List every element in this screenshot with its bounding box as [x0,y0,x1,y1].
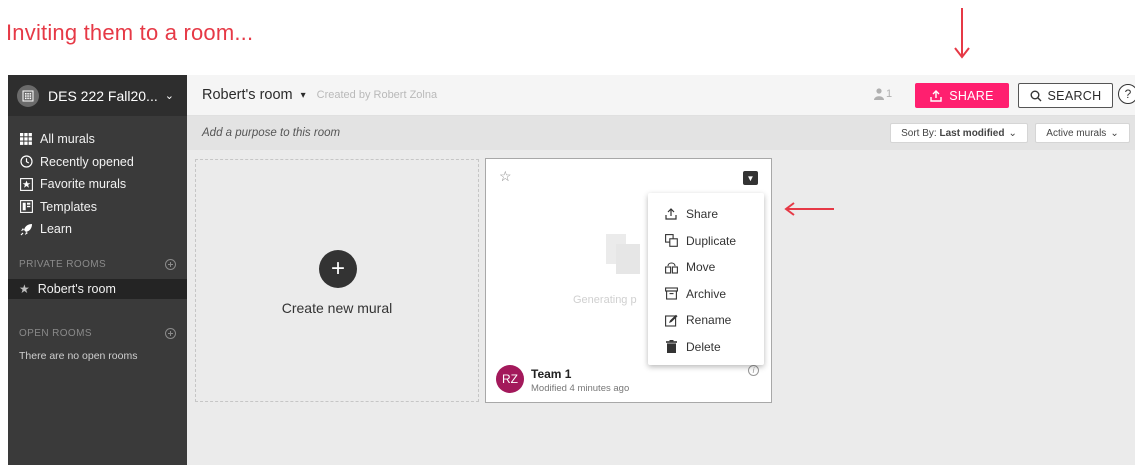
app-window: DES 222 Fall20... ⌄ All murals Recently … [8,75,1135,465]
workspace-switcher[interactable]: DES 222 Fall20... ⌄ [8,75,187,116]
member-count-value: 1 [886,88,893,100]
mural-modified-text: Modified 4 minutes ago [531,383,630,394]
sidebar-item-label: Learn [40,222,72,237]
purpose-bar: Add a purpose to this room Sort By: Last… [187,116,1135,150]
chevron-down-icon: ⌄ [164,90,174,102]
room-title[interactable]: Robert's room [202,87,293,103]
private-rooms-header: PRIVATE ROOMS [8,257,187,273]
sidebar-item-all-murals[interactable]: All murals [8,128,187,151]
menu-item-label: Duplicate [686,233,737,248]
menu-item-label: Move [686,260,716,275]
sidebar-nav: All murals Recently opened Favorite mura… [8,116,187,241]
person-icon [874,88,884,100]
sort-value: Last modified [939,127,1005,139]
add-open-room-icon[interactable] [165,328,176,339]
room-label: Robert's room [37,281,116,296]
archive-icon [664,287,678,301]
open-rooms-header: OPEN ROOMS [8,326,187,342]
chevron-down-icon: ⌄ [1008,127,1017,139]
template-icon [19,200,33,214]
sidebar-item-favorite-murals[interactable]: Favorite murals [8,173,187,196]
menu-item-rename[interactable]: Rename [648,307,764,334]
star-box-icon [19,177,33,191]
card-menu-chevron-icon[interactable]: ▼ [743,171,758,185]
generating-preview-text: Generating p [573,294,637,306]
menu-item-move[interactable]: Move [648,254,764,281]
filter-label: Active murals [1046,127,1107,139]
trash-icon [664,340,678,354]
preview-placeholder-icon [616,244,640,274]
open-rooms-title: OPEN ROOMS [19,328,92,339]
share-icon [930,89,942,102]
building-icon [17,84,39,107]
menu-item-archive[interactable]: Archive [648,281,764,308]
sidebar-item-label: Templates [40,199,97,214]
mural-name: Team 1 [531,367,572,381]
menu-item-label: Rename [686,313,732,328]
help-button[interactable]: ? [1118,84,1135,104]
filter-dropdown[interactable]: Active murals ⌄ [1035,123,1130,143]
sidebar-room-roberts-room[interactable]: ★ Robert's room [8,278,187,299]
add-private-room-icon[interactable] [165,259,176,270]
star-icon: ★ [19,281,30,296]
menu-item-label: Archive [686,286,727,301]
annotation-arrow-down-icon [954,8,970,59]
annotation-arrow-left-icon [784,202,834,216]
sidebar-item-label: All murals [40,132,95,147]
grid-icon [19,132,33,146]
sidebar-item-templates[interactable]: Templates [8,196,187,219]
share-icon [664,207,678,221]
sidebar-item-label: Favorite murals [40,177,127,192]
room-purpose-field[interactable]: Add a purpose to this room [202,127,340,139]
move-icon [664,260,678,274]
sort-dropdown[interactable]: Sort By: Last modified ⌄ [890,123,1028,143]
workspace-name: DES 222 Fall20... [48,87,158,104]
create-new-mural-card[interactable]: + Create new mural [195,159,479,402]
plus-icon: + [319,250,357,288]
rocket-icon [19,222,33,236]
sort-prefix: Sort By: [901,127,940,139]
share-button[interactable]: SHARE [915,83,1009,108]
favorite-star-icon[interactable]: ☆ [499,168,512,185]
share-button-label: SHARE [949,88,994,103]
rename-icon [664,313,678,327]
created-by-text: Created by Robert Zolna [316,89,438,101]
sidebar-item-learn[interactable]: Learn [8,218,187,241]
info-icon[interactable]: i [748,365,759,376]
menu-item-duplicate[interactable]: Duplicate [648,228,764,255]
duplicate-icon [664,234,678,248]
top-bar: Robert's room ▾ Created by Robert Zolna … [187,75,1135,116]
sidebar-item-label: Recently opened [40,154,134,169]
avatar: RZ [496,365,524,393]
private-rooms-title: PRIVATE ROOMS [19,259,107,270]
chevron-down-icon[interactable]: ▾ [301,90,306,101]
menu-item-share[interactable]: Share [648,201,764,228]
menu-item-delete[interactable]: Delete [648,334,764,361]
mural-context-menu: Share Duplicate Move Archive Rename Dele… [648,193,764,365]
search-button[interactable]: SEARCH [1018,83,1113,108]
menu-item-label: Delete [686,339,721,354]
clock-icon [19,155,33,169]
create-new-mural-label: Create new mural [281,300,393,316]
menu-item-label: Share [686,207,719,222]
member-count[interactable]: 1 [874,88,892,100]
search-icon [1030,90,1042,101]
annotation-caption: Inviting them to a room... [6,20,254,45]
sidebar: DES 222 Fall20... ⌄ All murals Recently … [8,75,187,465]
chevron-down-icon: ⌄ [1110,127,1119,139]
sidebar-item-recently-opened[interactable]: Recently opened [8,151,187,174]
search-button-label: SEARCH [1047,88,1102,103]
open-rooms-empty-text: There are no open rooms [19,349,138,362]
